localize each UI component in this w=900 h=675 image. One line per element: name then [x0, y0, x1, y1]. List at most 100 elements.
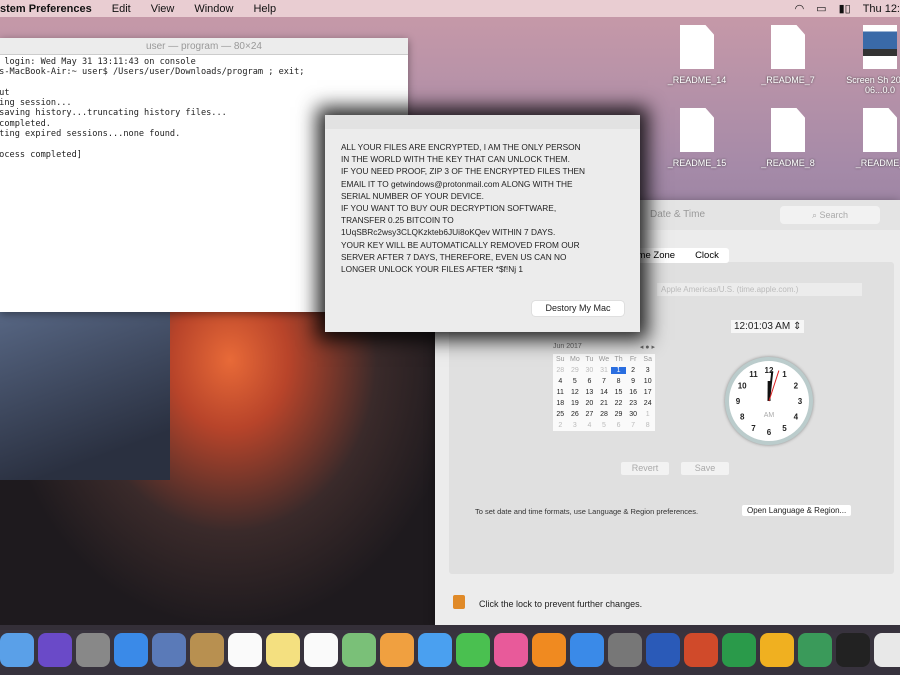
calendar-day[interactable]: 28 — [597, 411, 612, 418]
destroy-my-mac-button[interactable]: Destory My Mac — [532, 301, 624, 316]
globe-app-icon[interactable] — [798, 633, 832, 667]
desktop-file[interactable]: _README_15 — [657, 108, 737, 168]
calendar-day[interactable]: 28 — [553, 367, 568, 374]
wifi-icon[interactable]: ◠ — [795, 2, 805, 15]
terminal-icon[interactable] — [836, 633, 870, 667]
calendar-day[interactable]: 29 — [568, 367, 583, 374]
calendar-day[interactable]: 15 — [611, 389, 626, 396]
calendar-day[interactable]: 27 — [582, 411, 597, 418]
itunes-icon[interactable] — [494, 633, 528, 667]
calendar-day[interactable]: 13 — [582, 389, 597, 396]
powerpoint-icon[interactable] — [684, 633, 718, 667]
calendar-day[interactable]: 26 — [568, 411, 583, 418]
maps-icon[interactable] — [342, 633, 376, 667]
menu-help[interactable]: Help — [253, 3, 276, 15]
calendar-day[interactable]: 2 — [553, 422, 568, 429]
tab-clock[interactable]: Clock — [685, 248, 729, 263]
stepper-icon[interactable]: ⇕ — [793, 321, 801, 332]
terminal-title[interactable]: user — program — 80×24 — [0, 38, 408, 55]
calendar-day[interactable]: 5 — [597, 422, 612, 429]
facetime-icon[interactable] — [456, 633, 490, 667]
excel-icon[interactable] — [722, 633, 756, 667]
calendar-day[interactable]: 8 — [640, 422, 655, 429]
calendar-day[interactable]: 8 — [611, 378, 626, 385]
app-store-icon[interactable] — [570, 633, 604, 667]
file-label: _README_ — [855, 158, 900, 168]
document-icon — [771, 108, 805, 152]
preview-icon[interactable] — [152, 633, 186, 667]
desktop-file[interactable]: Screen Sh 2017-06...0.0 — [840, 25, 900, 95]
lock-icon[interactable] — [453, 595, 465, 609]
menu-view[interactable]: View — [151, 3, 175, 15]
notes-icon[interactable] — [266, 633, 300, 667]
calendar-day[interactable]: 11 — [553, 389, 568, 396]
calendar-day[interactable]: 2 — [626, 367, 641, 374]
calendar-day[interactable]: 21 — [597, 400, 612, 407]
reminders-icon[interactable] — [304, 633, 338, 667]
messages-icon[interactable] — [418, 633, 452, 667]
system-preferences-icon[interactable] — [608, 633, 642, 667]
calendar-day[interactable]: 7 — [626, 422, 641, 429]
word-icon[interactable] — [646, 633, 680, 667]
siri-icon[interactable] — [38, 633, 72, 667]
calendar-day[interactable]: 4 — [582, 422, 597, 429]
calendar-day[interactable]: 14 — [597, 389, 612, 396]
save-button[interactable]: Save — [681, 462, 729, 475]
calendar-day[interactable]: 3 — [640, 367, 655, 374]
calendar-day[interactable]: 20 — [582, 400, 597, 407]
time-value[interactable]: 12:01:03 AM — [734, 321, 790, 332]
menu-window[interactable]: Window — [194, 3, 233, 15]
desktop-file[interactable]: _README_14 — [657, 25, 737, 85]
calendar-day[interactable]: 5 — [568, 378, 583, 385]
wallpaper-mountain-shadow — [0, 300, 170, 480]
outlook-icon[interactable] — [760, 633, 794, 667]
calendar-day[interactable]: 19 — [568, 400, 583, 407]
calendar-nav-icon[interactable]: ◂ ● ▸ — [640, 343, 655, 354]
calendar-day[interactable]: 6 — [582, 378, 597, 385]
menu-clock[interactable]: Thu 12: — [863, 3, 900, 15]
desktop-file[interactable]: _README_8 — [748, 108, 828, 168]
photos-icon[interactable] — [380, 633, 414, 667]
contacts-icon[interactable] — [190, 633, 224, 667]
trash-icon[interactable] — [874, 633, 900, 667]
calendar-day[interactable]: 29 — [611, 411, 626, 418]
menu-app-name[interactable]: stem Preferences — [0, 3, 92, 15]
calendar-day[interactable]: 18 — [553, 400, 568, 407]
calendar-day[interactable]: 30 — [582, 367, 597, 374]
calendar-day[interactable]: 25 — [553, 411, 568, 418]
launchpad-icon[interactable] — [76, 633, 110, 667]
calendar-day[interactable]: 31 — [597, 367, 612, 374]
time-field[interactable]: 12:01:03 AM ⇕ — [731, 320, 805, 333]
calendar-day[interactable]: 23 — [626, 400, 641, 407]
calendar-day[interactable]: 4 — [553, 378, 568, 385]
menu-edit[interactable]: Edit — [112, 3, 131, 15]
time-server-select[interactable]: Apple Americas/U.S. (time.apple.com.) — [657, 283, 862, 296]
calendar-day[interactable]: 1 — [611, 367, 626, 374]
calendar-day[interactable]: 16 — [626, 389, 641, 396]
calendar-day[interactable]: 22 — [611, 400, 626, 407]
calendar-day[interactable]: 7 — [597, 378, 612, 385]
desktop-file[interactable]: _README_ — [840, 108, 900, 168]
revert-button[interactable]: Revert — [621, 462, 669, 475]
calendar-day[interactable]: 6 — [611, 422, 626, 429]
open-language-region-button[interactable]: Open Language & Region... — [742, 505, 852, 516]
finder-icon[interactable] — [0, 633, 34, 667]
calendar-day[interactable]: 1 — [640, 411, 655, 418]
calendar-day[interactable]: 17 — [640, 389, 655, 396]
calendar-day[interactable]: 12 — [568, 389, 583, 396]
calendar-day[interactable]: 24 — [640, 400, 655, 407]
airplay-icon[interactable]: ▭ — [816, 2, 826, 15]
search-field[interactable]: ⌕ Search — [780, 206, 880, 224]
calendar-icon[interactable] — [228, 633, 262, 667]
calendar[interactable]: Jun 2017 ◂ ● ▸ Su Mo Tu We Th Fr Sa 28 29 30 31 1 2 3 4… — [553, 343, 655, 431]
calendar-grid[interactable]: Su Mo Tu We Th Fr Sa 28 29 30 31 1 2 3 4 5 6 7 8 9 10 11 12 13 1… — [553, 354, 655, 431]
calendar-day[interactable]: 10 — [640, 378, 655, 385]
calendar-day[interactable]: 30 — [626, 411, 641, 418]
ibooks-icon[interactable] — [532, 633, 566, 667]
calendar-day[interactable]: 9 — [626, 378, 641, 385]
calendar-day[interactable]: 3 — [568, 422, 583, 429]
safari-icon[interactable] — [114, 633, 148, 667]
desktop-file[interactable]: _README_7 — [748, 25, 828, 85]
weekday-label: Su — [556, 356, 565, 363]
battery-icon[interactable]: ▮▯ — [839, 2, 851, 15]
